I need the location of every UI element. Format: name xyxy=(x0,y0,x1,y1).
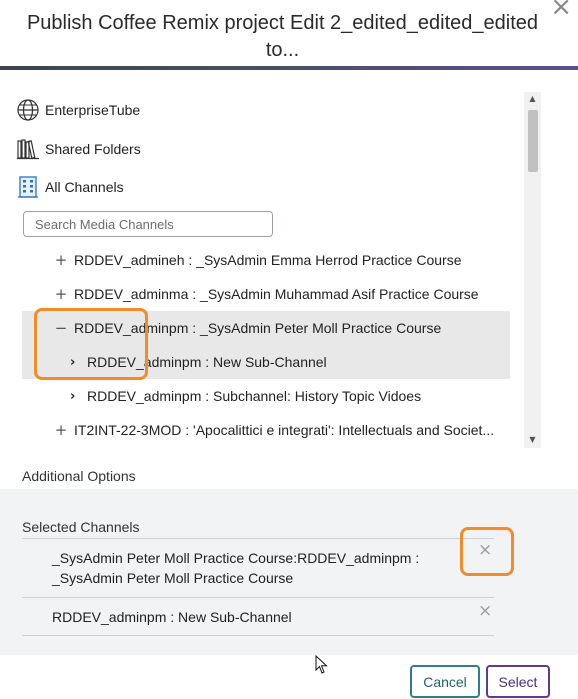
publish-dialog: Publish Coffee Remix project Edit 2_edit… xyxy=(0,0,578,699)
channel-label: RDDEV_adminpm : Subchannel: History Topi… xyxy=(87,388,422,404)
additional-options-heading: Additional Options xyxy=(22,468,136,484)
tree-root-enterprisetube[interactable]: EnterpriseTube xyxy=(16,96,140,124)
dialog-title: Publish Coffee Remix project Edit 2_edit… xyxy=(26,12,539,61)
expand-icon[interactable]: + xyxy=(52,421,70,439)
channel-label: RDDEV_adminma : _SysAdmin Muhammad Asif … xyxy=(74,286,479,302)
channel-row[interactable]: + RDDEV_adminma : _SysAdmin Muhammad Asi… xyxy=(22,277,510,311)
collapse-icon[interactable]: − xyxy=(52,319,70,337)
selected-channels-panel: Selected Channels _SysAdmin Peter Moll P… xyxy=(0,489,578,655)
scroll-down-arrow-icon[interactable]: ▼ xyxy=(524,435,541,444)
selected-channel-line: _SysAdmin Peter Moll Practice Course xyxy=(52,570,294,586)
divider xyxy=(22,597,494,598)
divider xyxy=(22,635,494,636)
tree-root-shared-folders[interactable]: Shared Folders xyxy=(16,135,141,163)
select-button[interactable]: Select xyxy=(486,665,550,698)
expand-icon[interactable]: + xyxy=(52,251,70,269)
channels-building-icon xyxy=(16,175,40,199)
channel-label: RDDEV_admineh : _SysAdmin Emma Herrod Pr… xyxy=(74,252,462,268)
selected-channels-heading: Selected Channels xyxy=(22,519,140,535)
channel-row[interactable]: + RDDEV_admineh : _SysAdmin Emma Herrod … xyxy=(22,243,510,277)
close-icon[interactable]: × xyxy=(550,0,572,22)
remove-selected-channel-icon[interactable]: × xyxy=(478,540,492,560)
tree-scrollbar[interactable]: ▲ ▼ xyxy=(524,92,541,448)
expand-icon[interactable]: + xyxy=(52,285,70,303)
tree-root-all-channels[interactable]: All Channels xyxy=(16,173,124,201)
subchannel-row-selected[interactable]: › RDDEV_adminpm : New Sub-Channel xyxy=(22,345,510,379)
chevron-right-icon[interactable]: › xyxy=(70,355,84,370)
scroll-up-arrow-icon[interactable]: ▲ xyxy=(524,94,541,103)
search-media-channels-input[interactable] xyxy=(23,211,273,237)
tree-root-label: Shared Folders xyxy=(45,141,141,157)
cancel-button[interactable]: Cancel xyxy=(410,665,480,698)
channel-row-selected[interactable]: − RDDEV_adminpm : _SysAdmin Peter Moll P… xyxy=(22,311,510,345)
remove-selected-channel-icon[interactable]: × xyxy=(478,601,492,621)
title-divider xyxy=(0,66,578,70)
channel-label: RDDEV_adminpm : _SysAdmin Peter Moll Pra… xyxy=(74,320,442,336)
selected-channel-line: RDDEV_adminpm : New Sub-Channel xyxy=(52,609,292,625)
tree-root-label: All Channels xyxy=(45,179,124,195)
selected-channel-line: _SysAdmin Peter Moll Practice Course:RDD… xyxy=(52,550,420,566)
subchannel-row[interactable]: › RDDEV_adminpm : Subchannel: History To… xyxy=(22,379,510,413)
scrollbar-thumb[interactable] xyxy=(528,110,538,172)
mouse-pointer-icon xyxy=(315,654,329,680)
channel-label: IT2INT-22-3MOD : 'Apocalittici e integra… xyxy=(74,422,495,438)
channel-row[interactable]: + IT2INT-22-3MOD : 'Apocalittici e integ… xyxy=(22,413,510,447)
selected-channel-item: RDDEV_adminpm : New Sub-Channel xyxy=(52,607,292,627)
globe-icon xyxy=(16,98,40,122)
selected-channel-item: _SysAdmin Peter Moll Practice Course:RDD… xyxy=(52,548,419,588)
library-books-icon xyxy=(16,137,40,161)
tree-root-label: EnterpriseTube xyxy=(45,102,141,118)
divider xyxy=(22,538,494,539)
channel-label: RDDEV_adminpm : New Sub-Channel xyxy=(87,354,327,370)
chevron-right-icon[interactable]: › xyxy=(70,389,84,404)
